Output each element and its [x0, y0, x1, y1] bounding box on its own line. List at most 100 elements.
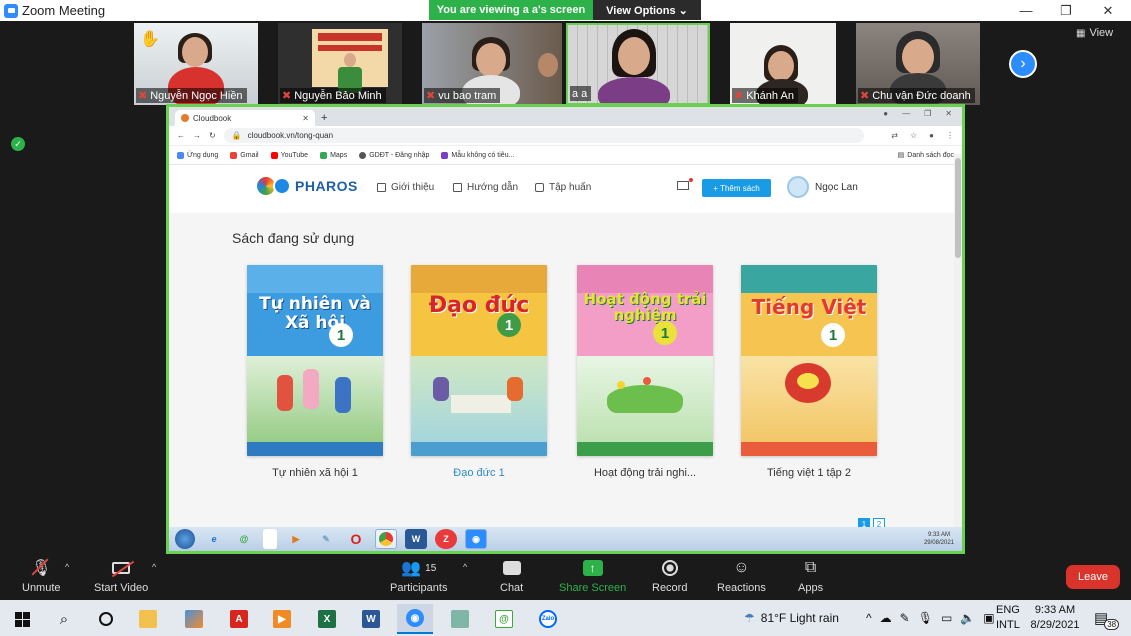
windows-logo-icon: [14, 611, 30, 627]
weather-widget[interactable]: ☂ 81°F Light rain: [744, 600, 839, 636]
taskbar-media[interactable]: ▶: [264, 604, 300, 634]
pen-icon[interactable]: ✎: [900, 611, 910, 625]
taskbar-app-photo[interactable]: [442, 604, 478, 634]
nav-tap-huan[interactable]: Tập huấn: [535, 182, 591, 193]
taskbar-zalo[interactable]: Zalo: [530, 604, 566, 634]
leave-button[interactable]: Leave: [1066, 565, 1120, 589]
address-bar[interactable]: 🔒 cloudbook.vn/tong-quan: [223, 128, 864, 143]
onedrive-cloud-icon[interactable]: ☁: [880, 611, 892, 625]
task-view-button[interactable]: [88, 604, 124, 634]
participants-button[interactable]: 👥 15 Participants: [390, 558, 447, 594]
add-book-button[interactable]: + Thêm sách: [702, 179, 771, 197]
avatar: [787, 176, 809, 198]
book-title[interactable]: Đạo đức 1: [399, 467, 559, 479]
bookmark-apps[interactable]: Ứng dụng: [177, 151, 218, 159]
back-arrow-icon[interactable]: ←: [177, 131, 185, 140]
reload-icon[interactable]: ↻: [209, 131, 216, 140]
book-cover[interactable]: Tự nhiên và Xã hội 1: [247, 265, 383, 456]
search-button[interactable]: ⌕: [46, 604, 82, 634]
browser-tab[interactable]: Cloudbook ✕: [175, 110, 315, 126]
chevron-up-icon[interactable]: ^: [866, 611, 872, 625]
youtube-icon: [270, 151, 278, 159]
start-button[interactable]: [4, 604, 40, 634]
book-title[interactable]: Hoạt động trải nghi...: [565, 467, 725, 479]
participant-tile-active-speaker[interactable]: a a: [566, 23, 710, 105]
close-tab-icon[interactable]: ✕: [302, 114, 309, 123]
shared-screen: Cloudbook ✕ + ● — ❐ ✕ ← → ↻ 🔒 cloudbook.vn/…: [166, 104, 965, 554]
audio-options-chevron-icon[interactable]: ^: [65, 562, 69, 572]
mail-icon[interactable]: [677, 178, 693, 190]
translate-icon[interactable]: ⇄: [891, 131, 898, 140]
maximize-button[interactable]: ❐: [1046, 0, 1086, 21]
menu-kebab-icon[interactable]: ⋮: [946, 131, 954, 140]
participant-tile[interactable]: ✋ ✖ Nguyễn Ngọc Hiền: [134, 23, 258, 105]
participant-tile[interactable]: ✖ Nguyễn Bảo Minh: [278, 23, 402, 105]
cloudbook-favicon-icon: [181, 114, 189, 122]
encryption-shield-icon[interactable]: ✓: [11, 137, 25, 151]
video-options-chevron-icon[interactable]: ^: [152, 562, 156, 572]
forward-arrow-icon[interactable]: →: [193, 131, 201, 140]
volume-icon[interactable]: 🔈: [960, 611, 975, 625]
taskbar-acrobat[interactable]: A: [221, 604, 257, 634]
nav-gioi-thieu[interactable]: Giới thiệu: [377, 182, 434, 193]
apps-button[interactable]: ⧉ Apps: [798, 558, 823, 594]
browser-menu-dot-icon: ●: [883, 109, 889, 118]
bookmark-youtube[interactable]: YouTube: [270, 151, 308, 159]
opera-icon: O: [350, 531, 362, 547]
zoom-icon: ◉: [406, 609, 424, 627]
taskbar-paint[interactable]: [176, 604, 212, 634]
browser-minimize-icon[interactable]: —: [902, 109, 910, 118]
participant-tile[interactable]: ✖ Khánh An: [730, 23, 836, 105]
profile-icon[interactable]: ●: [929, 131, 934, 140]
star-icon[interactable]: ☆: [910, 131, 917, 140]
reactions-button[interactable]: ☺ Reactions: [717, 558, 766, 594]
participant-tile[interactable]: ✖ Chu vận Đức doanh: [856, 23, 980, 105]
unmute-button[interactable]: 🎙 Unmute: [22, 558, 61, 594]
start-video-button[interactable]: Start Video: [94, 558, 148, 594]
muted-mic-icon: ✖: [426, 90, 436, 102]
network-icon[interactable]: ▣: [983, 611, 994, 625]
chat-icon: [502, 558, 521, 578]
taskbar-zoom[interactable]: ◉: [397, 604, 433, 634]
battery-icon[interactable]: ▭: [941, 611, 952, 625]
taskbar-clock[interactable]: 9:33 AM 8/29/2021: [1026, 603, 1084, 633]
user-menu[interactable]: Ngọc Lan: [787, 176, 858, 198]
share-screen-button[interactable]: ↑ Share Screen: [559, 558, 626, 594]
record-icon: [661, 558, 678, 578]
reading-list[interactable]: ▤ Danh sách đọc: [898, 151, 954, 160]
page-scrollbar[interactable]: [954, 154, 962, 532]
book-title[interactable]: Tự nhiên xã hội 1: [235, 467, 395, 479]
bookmark-form[interactable]: Mẫu không có tiêu...: [441, 151, 514, 159]
shared-clock: 9:33 AM 29/08/2021: [923, 532, 954, 546]
close-button[interactable]: ✕: [1088, 0, 1128, 21]
nav-huong-dan[interactable]: Hướng dẫn: [453, 182, 518, 193]
next-page-button[interactable]: ›: [1009, 50, 1037, 78]
participant-name: Chu vận Đức doanh: [872, 89, 971, 102]
notifications-button[interactable]: ▤ 38: [1094, 600, 1120, 636]
browser-restore-icon[interactable]: ❐: [924, 109, 931, 118]
input-language[interactable]: ENG INTL: [996, 600, 1020, 636]
chat-button[interactable]: Chat: [500, 558, 523, 594]
taskbar-file-explorer[interactable]: [130, 604, 166, 634]
participants-options-chevron-icon[interactable]: ^: [463, 562, 467, 572]
record-button[interactable]: Record: [652, 558, 687, 594]
taskbar-coccoc[interactable]: @: [486, 604, 522, 634]
taskbar-excel[interactable]: X: [309, 604, 345, 634]
gmail-icon: [230, 151, 238, 159]
browser-close-icon[interactable]: ✕: [945, 109, 952, 118]
bookmark-gddt[interactable]: GDĐT - Đăng nhập: [359, 151, 429, 159]
new-tab-icon[interactable]: +: [321, 112, 327, 124]
pharos-logo[interactable]: PHAROS: [257, 177, 358, 195]
minimize-button[interactable]: —: [1006, 0, 1046, 21]
book-cover[interactable]: Đạo đức 1: [411, 265, 547, 456]
microphone-icon[interactable]: 🎙: [918, 611, 933, 625]
participant-tile[interactable]: ✖ vu bao tram: [422, 23, 562, 105]
view-options-button[interactable]: View Options ⌄: [593, 0, 701, 20]
book-cover[interactable]: Tiếng Việt 1: [741, 265, 877, 456]
book-title[interactable]: Tiếng việt 1 tập 2: [729, 467, 889, 479]
taskbar-word[interactable]: W: [353, 604, 389, 634]
bookmark-maps[interactable]: Maps: [320, 151, 347, 159]
view-button[interactable]: ▦ View: [1076, 27, 1113, 39]
bookmark-gmail[interactable]: Gmail: [230, 151, 259, 159]
book-cover[interactable]: Hoạt động trải nghiệm 1: [577, 265, 713, 456]
